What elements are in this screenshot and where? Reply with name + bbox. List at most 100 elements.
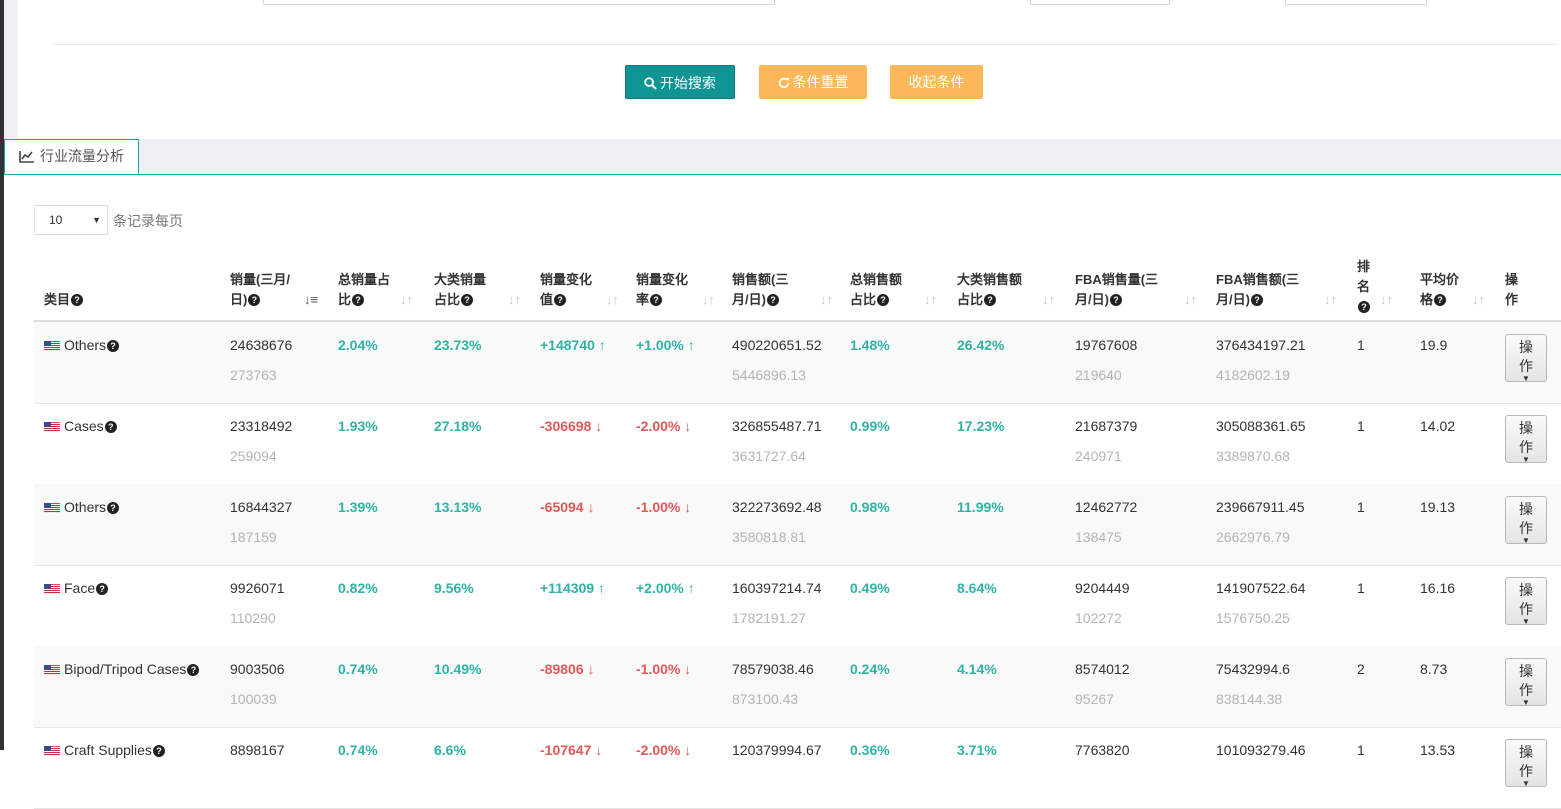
sort-icon[interactable]: ↓↑	[1042, 292, 1055, 307]
action-dropdown-button[interactable]: 操作 ▼	[1505, 658, 1547, 707]
search-button[interactable]: 开始搜索	[625, 65, 735, 99]
sales-change-rate-cell: +2.00% ↑	[636, 580, 695, 596]
help-icon[interactable]: ?	[152, 745, 165, 757]
column-header[interactable]: 平均价格?	[1420, 270, 1459, 310]
help-icon[interactable]: ?	[650, 294, 663, 306]
help-icon[interactable]: ?	[461, 294, 474, 306]
sort-icon[interactable]: ↓↑	[400, 292, 413, 307]
sales-share-total-cell: 0.82%	[338, 580, 378, 596]
fba-sales-cell: 9204449	[1075, 580, 1130, 596]
table-row: Others? 16844327 187159 1.39% 13.13% -65094 ↓…	[34, 484, 1561, 566]
help-icon[interactable]: ?	[1358, 301, 1370, 313]
category-cell[interactable]: Others?	[44, 499, 120, 515]
category-name[interactable]: Bipod/Tripod Cases	[64, 661, 186, 677]
page-size-select[interactable]: 10 ▼	[34, 205, 108, 235]
revenue-daily-cell: 3580818.81	[732, 529, 806, 545]
collapse-button[interactable]: 收起条件	[890, 65, 983, 99]
sales-change-value-cell: -107647 ↓	[540, 742, 603, 758]
category-name[interactable]: Others	[64, 337, 106, 353]
column-header[interactable]: FBA销售额(三 月/日)?	[1216, 270, 1299, 310]
help-icon[interactable]: ?	[1109, 294, 1122, 306]
column-header[interactable]: 大类销售额 占比?	[957, 270, 1022, 310]
action-dropdown-button[interactable]: 操作 ▼	[1505, 415, 1547, 464]
sort-icon[interactable]: ↓↑	[508, 292, 521, 307]
sort-icon[interactable]: ↓≡	[304, 292, 318, 307]
sort-icon[interactable]: ↓↑	[1324, 292, 1337, 307]
table-row: Cases? 23318492 259094 1.93% 27.18% -306698 ↓…	[34, 403, 1561, 485]
reset-button[interactable]: 条件重置	[759, 65, 867, 99]
help-icon[interactable]: ?	[877, 294, 890, 306]
fba-sales-daily-cell: 102272	[1075, 610, 1122, 626]
rank-cell: 1	[1357, 580, 1365, 596]
sort-icon[interactable]: ↓↑	[1184, 292, 1197, 307]
help-icon[interactable]: ?	[104, 421, 117, 433]
sort-icon[interactable]: ↓↑	[820, 292, 833, 307]
tab-industry-traffic[interactable]: 行业流量分析	[4, 139, 139, 174]
category-cell[interactable]: Bipod/Tripod Cases?	[44, 661, 200, 677]
help-icon[interactable]: ?	[96, 583, 109, 595]
category-name[interactable]: Others	[64, 499, 106, 515]
category-cell[interactable]: Craft Supplies?	[44, 742, 165, 758]
column-header[interactable]: 销售额(三 月/日)?	[732, 270, 788, 310]
sort-icon[interactable]: ↓↑	[606, 292, 619, 307]
help-icon[interactable]: ?	[352, 294, 365, 306]
sort-icon[interactable]: ↓↑	[1472, 292, 1485, 307]
column-header[interactable]: 大类销量 占比?	[434, 270, 486, 310]
column-header[interactable]: 销量变化率?	[636, 270, 688, 310]
revenue-daily-cell: 5446896.13	[732, 367, 806, 383]
help-icon[interactable]: ?	[107, 502, 120, 514]
sales-share-category-cell: 27.18%	[434, 418, 482, 434]
action-dropdown-button[interactable]: 操作 ▼	[1505, 334, 1547, 383]
fba-revenue-cell: 75432994.6	[1216, 661, 1290, 677]
help-icon[interactable]: ?	[187, 664, 200, 676]
filter-input-stub[interactable]	[1030, 0, 1170, 5]
help-icon[interactable]: ?	[71, 294, 84, 306]
caret-down-icon: ▼	[1522, 455, 1530, 464]
filter-input-stub[interactable]	[263, 0, 775, 5]
column-header[interactable]: 销量变化值?	[540, 270, 592, 310]
action-dropdown-button[interactable]: 操作 ▼	[1505, 496, 1547, 545]
column-header[interactable]: FBA销售量(三 月/日)?	[1075, 270, 1158, 310]
sort-icon[interactable]: ↓↑	[924, 292, 937, 307]
sales-change-value-cell: -65094 ↓	[540, 499, 595, 515]
category-cell[interactable]: Others?	[44, 337, 120, 353]
help-icon[interactable]: ?	[107, 340, 120, 352]
sales-share-total-cell: 1.93%	[338, 418, 378, 434]
avg-price-cell: 16.16	[1420, 580, 1456, 596]
category-name[interactable]: Cases	[64, 418, 104, 434]
help-icon[interactable]: ?	[1434, 294, 1447, 306]
sales-daily-cell: 187159	[230, 529, 277, 545]
sales-daily-cell: 259094	[230, 448, 277, 464]
category-name[interactable]: Craft Supplies	[64, 742, 152, 758]
sales-change-rate-cell: -2.00% ↓	[636, 418, 692, 434]
action-dropdown-button[interactable]: 操作 ▼	[1505, 577, 1547, 626]
column-header[interactable]: 排名?	[1357, 257, 1370, 317]
revenue-share-total-cell: 1.48%	[850, 337, 890, 353]
revenue-cell: 490220651.52	[732, 337, 822, 353]
revenue-share-total-cell: 0.36%	[850, 742, 890, 758]
sort-icon[interactable]: ↓↑	[702, 292, 715, 307]
fba-sales-daily-cell: 95267	[1075, 691, 1114, 707]
us-flag-icon	[44, 503, 60, 513]
column-header[interactable]: 总销量占比?	[338, 270, 390, 310]
sales-cell: 16844327	[230, 499, 293, 515]
category-cell[interactable]: Face?	[44, 580, 109, 596]
help-icon[interactable]: ?	[248, 294, 261, 306]
category-cell[interactable]: Cases?	[44, 418, 117, 434]
sales-change-value-cell: +114309 ↑	[540, 580, 606, 596]
filter-input-stub[interactable]	[1285, 0, 1427, 5]
help-icon[interactable]: ?	[554, 294, 567, 306]
help-icon[interactable]: ?	[1250, 294, 1263, 306]
column-header[interactable]: 销量(三月/日)?	[230, 270, 290, 310]
column-header[interactable]: 总销售额 占比?	[850, 270, 902, 310]
action-dropdown-button[interactable]: 操作 ▼	[1505, 739, 1547, 788]
revenue-cell: 78579038.46	[732, 661, 814, 677]
sort-icon[interactable]: ↓↑	[1380, 292, 1393, 307]
fba-sales-cell: 19767608	[1075, 337, 1138, 353]
fba-revenue-cell: 305088361.65	[1216, 418, 1306, 434]
revenue-daily-cell: 3631727.64	[732, 448, 806, 464]
help-icon[interactable]: ?	[766, 294, 779, 306]
sales-cell: 24638676	[230, 337, 293, 353]
category-name[interactable]: Face	[64, 580, 95, 596]
help-icon[interactable]: ?	[984, 294, 997, 306]
